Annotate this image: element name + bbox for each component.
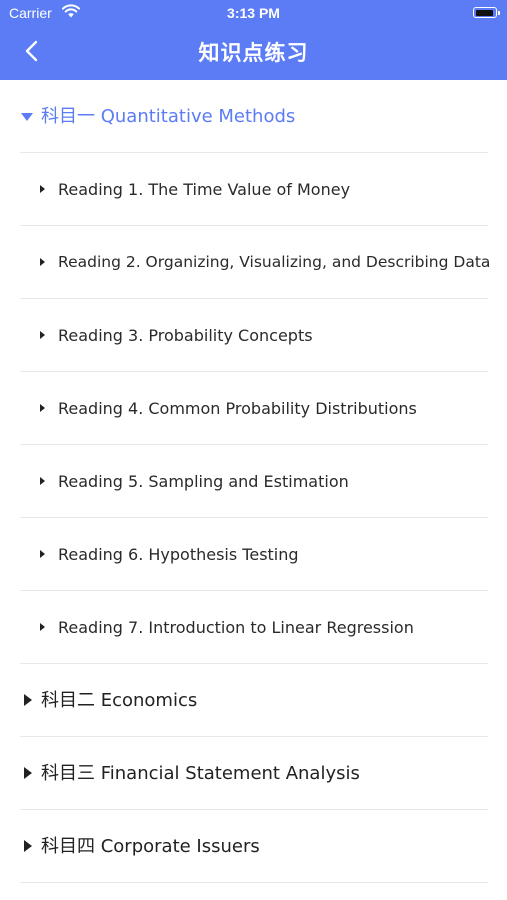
divider bbox=[20, 882, 488, 883]
triangle-right-icon bbox=[40, 331, 45, 339]
reading-row-2[interactable]: Reading 2. Organizing, Visualizing, and … bbox=[0, 226, 507, 299]
reading-row-7[interactable]: Reading 7. Introduction to Linear Regres… bbox=[0, 591, 507, 664]
reading-row-1[interactable]: Reading 1. The Time Value of Money bbox=[0, 153, 507, 226]
reading-label: Reading 6. Hypothesis Testing bbox=[58, 545, 299, 564]
subject-row-economics[interactable]: 科目二 Economics bbox=[0, 664, 507, 737]
reading-row-6[interactable]: Reading 6. Hypothesis Testing bbox=[0, 518, 507, 591]
reading-row-3[interactable]: Reading 3. Probability Concepts bbox=[0, 299, 507, 372]
subject-label: 科目四 Corporate Issuers bbox=[41, 836, 260, 857]
triangle-right-icon bbox=[24, 694, 32, 706]
subject-label: 科目二 Economics bbox=[41, 690, 198, 711]
reading-label: Reading 2. Organizing, Visualizing, and … bbox=[58, 253, 491, 271]
triangle-right-icon bbox=[40, 185, 45, 193]
subject-label: 科目一 Quantitative Methods bbox=[41, 106, 296, 127]
reading-row-4[interactable]: Reading 4. Common Probability Distributi… bbox=[0, 372, 507, 445]
reading-row-5[interactable]: Reading 5. Sampling and Estimation bbox=[0, 445, 507, 518]
triangle-right-icon bbox=[24, 767, 32, 779]
battery-icon bbox=[473, 7, 500, 18]
triangle-right-icon bbox=[40, 623, 45, 631]
subject-label: 科目三 Financial Statement Analysis bbox=[41, 763, 360, 784]
subject-row-financial-statement-analysis[interactable]: 科目三 Financial Statement Analysis bbox=[0, 737, 507, 810]
reading-label: Reading 5. Sampling and Estimation bbox=[58, 472, 349, 491]
topic-list: 科目一 Quantitative Methods Reading 1. The … bbox=[0, 80, 507, 883]
navigation-bar: Carrier 3:13 PM 知识点练习 bbox=[0, 0, 507, 80]
reading-label: Reading 1. The Time Value of Money bbox=[58, 180, 351, 199]
triangle-right-icon bbox=[40, 477, 45, 485]
triangle-right-icon bbox=[40, 258, 45, 266]
triangle-right-icon bbox=[24, 840, 32, 852]
reading-label: Reading 3. Probability Concepts bbox=[58, 326, 313, 345]
subject-row-corporate-issuers[interactable]: 科目四 Corporate Issuers bbox=[0, 810, 507, 883]
reading-label: Reading 7. Introduction to Linear Regres… bbox=[58, 618, 414, 637]
reading-label: Reading 4. Common Probability Distributi… bbox=[58, 399, 417, 418]
status-time: 3:13 PM bbox=[227, 5, 280, 21]
triangle-right-icon bbox=[40, 550, 45, 558]
triangle-down-icon bbox=[21, 113, 33, 121]
subject-row-quantitative-methods[interactable]: 科目一 Quantitative Methods bbox=[0, 80, 507, 153]
status-bar: Carrier 3:13 PM bbox=[0, 0, 507, 28]
page-title: 知识点练习 bbox=[198, 41, 309, 65]
triangle-right-icon bbox=[40, 404, 45, 412]
